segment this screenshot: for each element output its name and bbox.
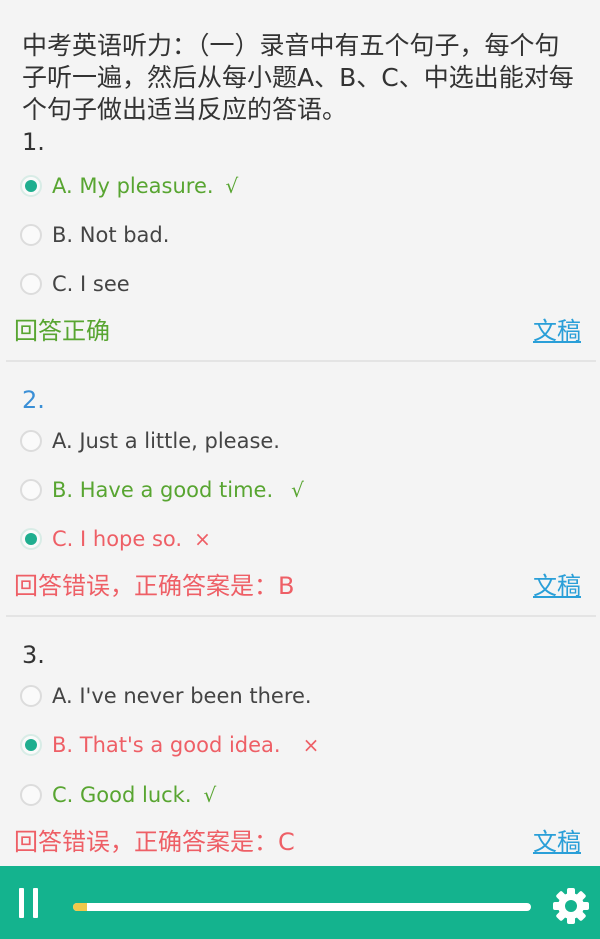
option-label: A. Just a little, please. [52,429,280,453]
option-label: A. My pleasure. [52,174,214,198]
result-text: 回答错误，正确答案是：C [14,828,295,856]
option-2b[interactable]: B. Have a good time. √ [20,470,304,510]
option-label: C. Good luck. [52,783,192,807]
radio-button[interactable] [20,273,42,295]
radio-button[interactable] [20,784,42,806]
gear-icon[interactable] [551,886,591,926]
result-text: 回答正确 [14,317,110,345]
radio-button[interactable] [20,479,42,501]
option-label: B. That's a good idea. [52,733,281,757]
option-3c[interactable]: C. Good luck. √ [20,775,216,815]
option-2a[interactable]: A. Just a little, please. [20,421,280,461]
result-text: 回答错误，正确答案是：B [14,572,295,600]
radio-button[interactable] [20,224,42,246]
radio-button[interactable] [20,528,42,550]
radio-button[interactable] [20,734,42,756]
option-1b[interactable]: B. Not bad. [20,215,169,255]
option-1c[interactable]: C. I see [20,264,130,304]
radio-button[interactable] [20,430,42,452]
cross-mark-icon: × [194,527,211,551]
option-3a[interactable]: A. I've never been there. [20,676,312,716]
option-label: B. Have a good time. [52,478,274,502]
option-3b[interactable]: B. That's a good idea. × [20,725,319,765]
divider [6,360,596,362]
progress-slider[interactable] [73,903,531,911]
instructions-text: 中考英语听力：（一）录音中有五个句子，每个句子听一遍，然后从每小题A、B、C、中… [22,31,574,124]
option-label: A. I've never been there. [52,684,312,708]
option-label: B. Not bad. [52,223,170,247]
option-label: C. I see [52,272,130,296]
option-label: C. I hope so. [52,527,183,551]
check-mark-icon: √ [291,478,304,502]
progress-fill [73,903,87,911]
check-mark-icon: √ [203,783,217,807]
question-number: 1. [22,128,45,156]
question-list[interactable]: 中考英语听力：（一）录音中有五个句子，每个句子听一遍，然后从每小题A、B、C、中… [0,0,600,866]
radio-button[interactable] [20,175,42,197]
pause-icon[interactable] [12,886,46,920]
option-2c[interactable]: C. I hope so. × [20,519,211,559]
option-1a[interactable]: A. My pleasure. √ [20,166,238,206]
check-mark-icon: √ [225,174,239,198]
question-number: 3. [22,641,45,669]
transcript-link[interactable]: 文稿 [533,566,581,601]
transcript-link[interactable]: 文稿 [533,822,581,857]
divider [6,615,596,617]
radio-button[interactable] [20,685,42,707]
question-number: 2. [22,386,45,414]
transcript-link[interactable]: 文稿 [533,311,581,346]
cross-mark-icon: × [302,733,320,757]
